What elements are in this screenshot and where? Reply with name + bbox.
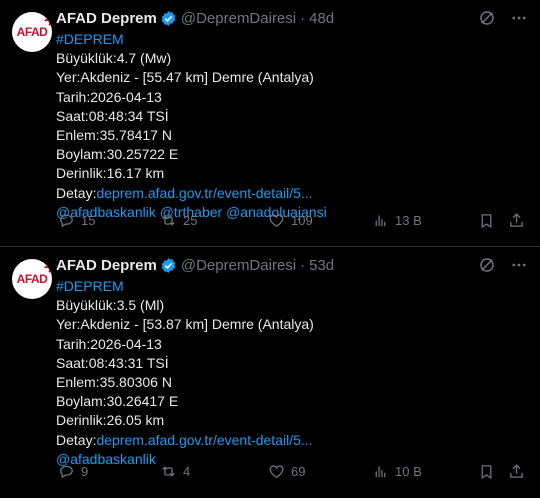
afad-logo: AFAD bbox=[17, 19, 52, 39]
detail-link[interactable]: deprem.afad.gov.tr/event-detail/5... bbox=[96, 432, 312, 448]
avatar[interactable]: AFAD bbox=[12, 12, 52, 52]
tweet-text: #DEPREM Büyüklük:4.7 (Mw) Yer:Akdeniz - … bbox=[56, 30, 528, 222]
tweet-line: Boylam:30.25722 E bbox=[56, 146, 179, 163]
detail-label: Detay: bbox=[56, 431, 97, 448]
avatar[interactable]: AFAD bbox=[12, 259, 52, 299]
detail-label: Detay: bbox=[56, 184, 97, 201]
retweet-button[interactable]: 25 bbox=[160, 212, 197, 229]
views-button[interactable]: 13 B bbox=[372, 212, 422, 229]
grok-icon[interactable] bbox=[478, 256, 496, 274]
author-handle[interactable]: @DepremDairesi bbox=[181, 10, 296, 27]
bookmark-button[interactable] bbox=[478, 463, 495, 480]
tweet-header: AFAD Deprem @DepremDairesi · 53d bbox=[56, 255, 528, 275]
tweet-text: #DEPREM Büyüklük:3.5 (Ml) Yer:Akdeniz - … bbox=[56, 277, 528, 469]
views-button[interactable]: 10 B bbox=[372, 463, 422, 480]
tweet-line: Saat:08:43:31 TSİ bbox=[56, 354, 169, 371]
bookmark-icon bbox=[481, 213, 492, 228]
verified-badge-icon bbox=[161, 10, 176, 26]
retweet-button[interactable]: 4 bbox=[160, 463, 190, 480]
retweet-count: 25 bbox=[183, 212, 198, 228]
tweet-time[interactable]: 53d bbox=[309, 257, 334, 274]
author-name[interactable]: AFAD Deprem bbox=[56, 10, 157, 27]
tweet-line: Saat:08:48:34 TSİ bbox=[56, 107, 169, 124]
tweet-line: Büyüklük:4.7 (Mw) bbox=[56, 50, 172, 67]
tweet-line: Tarih:2026-04-13 bbox=[56, 88, 162, 105]
like-count: 109 bbox=[291, 212, 313, 228]
tweet-line: Yer:Akdeniz - [53.87 km] Demre (Antalya) bbox=[56, 316, 314, 333]
hashtag-link[interactable]: #DEPREM bbox=[56, 30, 528, 49]
afad-logo: AFAD bbox=[17, 266, 52, 286]
share-icon bbox=[510, 463, 523, 478]
views-chart-icon bbox=[375, 215, 386, 226]
views-chart-icon bbox=[375, 466, 386, 477]
bookmark-icon bbox=[481, 464, 492, 479]
more-options-icon[interactable] bbox=[510, 9, 528, 27]
like-button[interactable]: 109 bbox=[268, 212, 313, 229]
like-count: 69 bbox=[291, 463, 306, 479]
author-name[interactable]: AFAD Deprem bbox=[56, 257, 157, 274]
verified-badge-icon bbox=[161, 257, 176, 273]
tweet-time[interactable]: 48d bbox=[309, 10, 334, 27]
reply-icon bbox=[60, 214, 73, 227]
retweet-icon bbox=[162, 465, 175, 477]
share-icon bbox=[510, 212, 523, 227]
like-button[interactable]: 69 bbox=[268, 463, 305, 480]
tweet-line: Derinlik:26.05 km bbox=[56, 412, 165, 429]
more-options-icon[interactable] bbox=[510, 256, 528, 274]
share-button[interactable] bbox=[508, 463, 525, 480]
tweet-line: Yer:Akdeniz - [55.47 km] Demre (Antalya) bbox=[56, 69, 314, 86]
reply-button[interactable]: 9 bbox=[58, 463, 88, 480]
reply-button[interactable]: 15 bbox=[58, 212, 95, 229]
separator: · bbox=[300, 9, 306, 27]
tweet-line: Enlem:35.78417 N bbox=[56, 127, 172, 144]
reply-count: 15 bbox=[81, 212, 96, 228]
tweet-line: Enlem:35.80306 N bbox=[56, 374, 172, 391]
retweet-count: 4 bbox=[183, 463, 191, 479]
tweet-header: AFAD Deprem @DepremDairesi · 48d bbox=[56, 8, 528, 28]
bookmark-button[interactable] bbox=[478, 212, 495, 229]
grok-icon[interactable] bbox=[478, 9, 496, 27]
heart-icon bbox=[269, 213, 284, 227]
reply-count: 9 bbox=[81, 463, 89, 479]
detail-link[interactable]: deprem.afad.gov.tr/event-detail/5... bbox=[96, 185, 312, 201]
tweet-line: Boylam:30.26417 E bbox=[56, 393, 179, 410]
hashtag-link[interactable]: #DEPREM bbox=[56, 277, 528, 296]
views-count: 13 B bbox=[395, 212, 422, 228]
retweet-icon bbox=[162, 214, 175, 226]
tweet-line: Büyüklük:3.5 (Ml) bbox=[56, 297, 165, 314]
views-count: 10 B bbox=[395, 463, 422, 479]
reply-icon bbox=[60, 465, 73, 478]
separator: · bbox=[300, 256, 306, 274]
tweet[interactable]: AFAD AFAD Deprem @DepremDairesi · 53d #D… bbox=[0, 247, 540, 498]
author-handle[interactable]: @DepremDairesi bbox=[181, 257, 296, 274]
heart-icon bbox=[269, 464, 284, 478]
tweet[interactable]: AFAD AFAD Deprem @DepremDairesi · 48d #D… bbox=[0, 0, 540, 247]
tweet-line: Derinlik:16.17 km bbox=[56, 165, 165, 182]
tweet-line: Tarih:2026-04-13 bbox=[56, 335, 162, 352]
share-button[interactable] bbox=[508, 212, 525, 229]
